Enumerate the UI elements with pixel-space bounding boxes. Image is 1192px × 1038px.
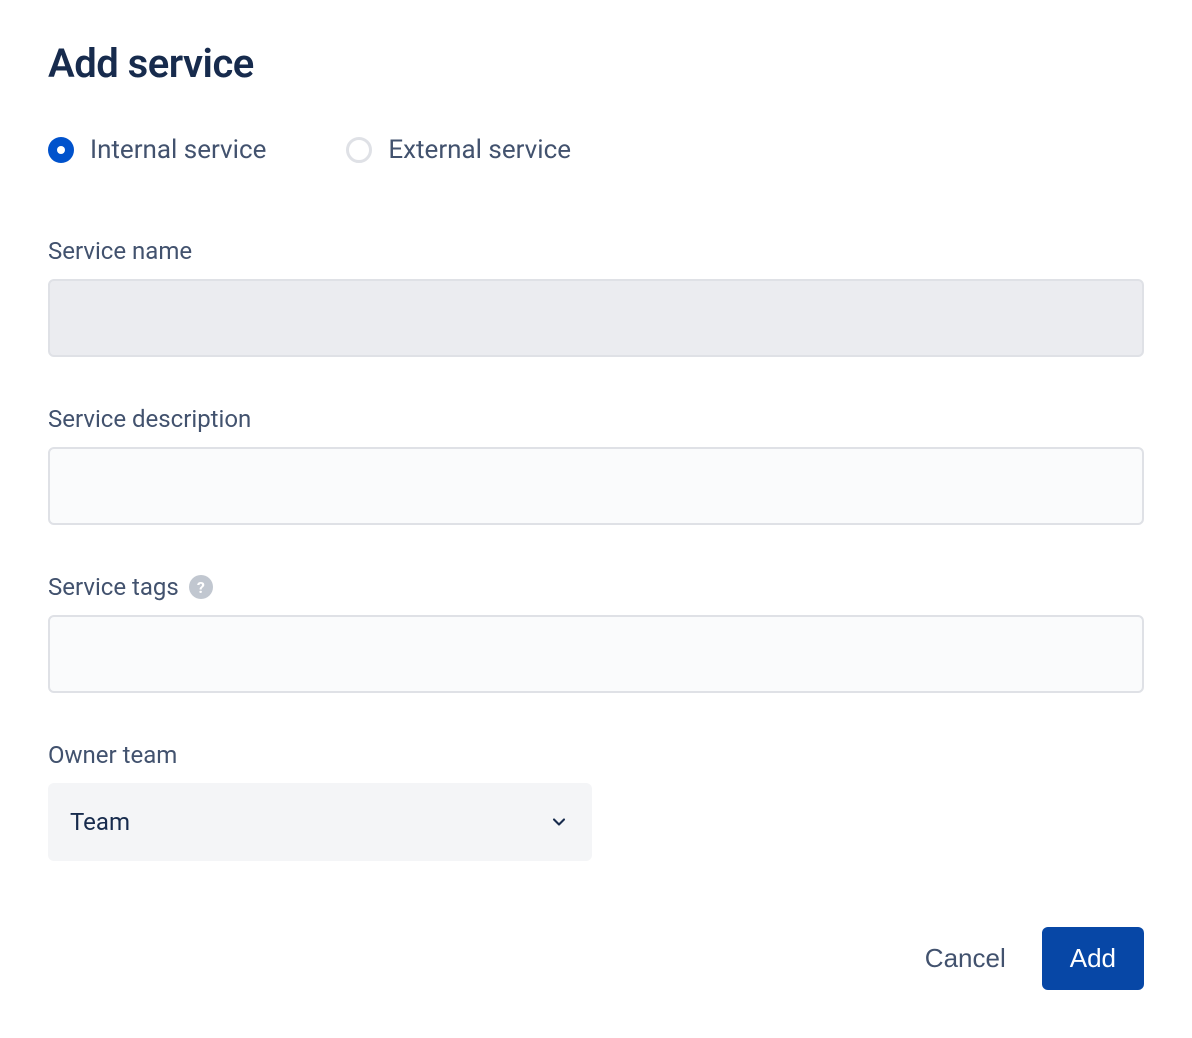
service-type-radio-group: Internal service External service (48, 135, 1144, 165)
owner-team-value: Team (70, 808, 130, 836)
owner-team-dropdown[interactable]: Team (48, 783, 592, 861)
add-service-dialog: Add service Internal service External se… (0, 0, 1192, 1038)
internal-service-label: Internal service (90, 135, 266, 165)
internal-service-radio[interactable]: Internal service (48, 135, 266, 165)
chevron-down-icon (548, 811, 570, 833)
service-description-field: Service description (48, 405, 1144, 525)
external-service-radio[interactable]: External service (346, 135, 571, 165)
service-tags-input[interactable] (48, 615, 1144, 693)
add-button[interactable]: Add (1042, 927, 1144, 990)
owner-team-field: Owner team Team (48, 741, 1144, 861)
external-service-label: External service (388, 135, 571, 165)
radio-selected-icon (48, 137, 74, 163)
cancel-button[interactable]: Cancel (925, 943, 1006, 974)
service-description-label: Service description (48, 405, 1144, 433)
owner-team-label: Owner team (48, 741, 1144, 769)
service-name-label: Service name (48, 237, 1144, 265)
service-name-input[interactable] (48, 279, 1144, 357)
dialog-footer: Cancel Add (925, 927, 1144, 990)
service-tags-label-row: Service tags ? (48, 573, 1144, 601)
service-tags-field: Service tags ? (48, 573, 1144, 693)
radio-unselected-icon (346, 137, 372, 163)
service-description-input[interactable] (48, 447, 1144, 525)
service-tags-label: Service tags (48, 573, 179, 601)
service-name-field: Service name (48, 237, 1144, 357)
dialog-title: Add service (48, 40, 1144, 87)
help-icon[interactable]: ? (189, 575, 213, 599)
